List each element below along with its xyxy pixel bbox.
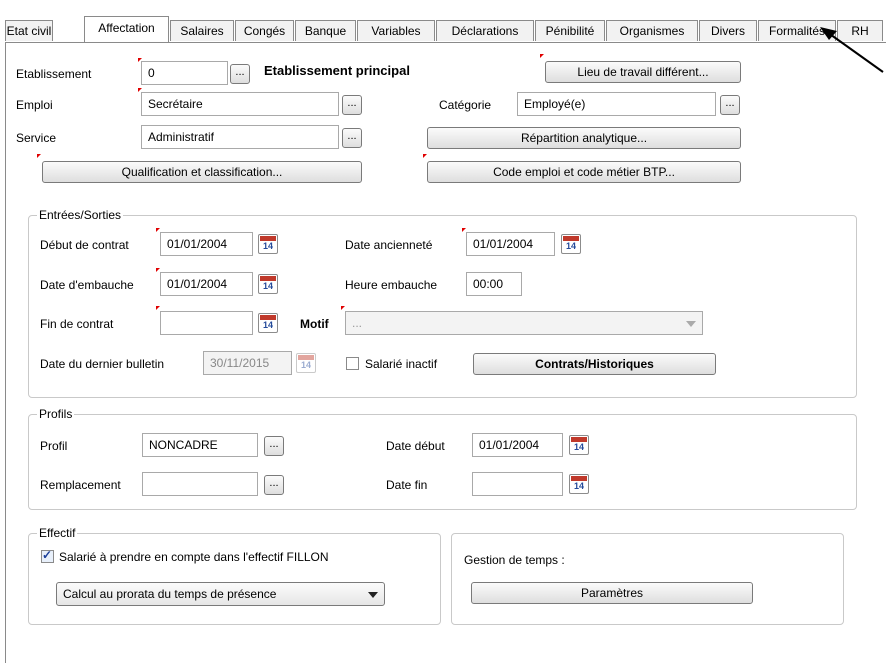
required-marker — [156, 306, 160, 310]
gestion-temps-group — [451, 533, 844, 625]
date-fin-field[interactable] — [472, 472, 563, 496]
tab-affectation[interactable]: Affectation — [84, 16, 169, 42]
tab-divers[interactable]: Divers — [699, 20, 757, 41]
remplacement-label: Remplacement — [40, 478, 121, 492]
date-debut-field[interactable]: 01/01/2004 — [472, 433, 563, 457]
entrees-sorties-title: Entrées/Sorties — [37, 208, 124, 222]
profil-label: Profil — [40, 439, 68, 453]
required-marker — [423, 154, 427, 158]
profils-title: Profils — [37, 407, 75, 421]
salarie-inactif-checkbox[interactable] — [346, 357, 359, 370]
dernier-bulletin-label: Date du dernier bulletin — [40, 357, 165, 371]
calcul-value: Calcul au prorata du temps de présence — [63, 587, 277, 601]
annotation-arrow-icon — [820, 27, 884, 73]
chevron-down-icon — [686, 321, 696, 327]
calcul-dropdown[interactable]: Calcul au prorata du temps de présence — [56, 582, 385, 606]
tab-organismes[interactable]: Organismes — [606, 20, 698, 41]
categorie-picker-button[interactable]: ... — [720, 95, 740, 115]
parametres-button[interactable]: Paramètres — [471, 582, 753, 604]
debut-contrat-field[interactable]: 01/01/2004 — [160, 232, 253, 256]
required-marker — [341, 306, 345, 310]
salarie-inactif-label: Salarié inactif — [365, 357, 438, 371]
categorie-label: Catégorie — [439, 98, 492, 112]
categorie-field[interactable]: Employé(e) — [517, 92, 716, 116]
effectif-group — [28, 533, 441, 625]
tab-penibilite[interactable]: Pénibilité — [535, 20, 605, 41]
etablissement-picker-button[interactable]: ... — [230, 64, 250, 84]
emploi-label: Emploi — [16, 98, 53, 112]
tab-conges[interactable]: Congés — [235, 20, 294, 41]
tab-etat-civil[interactable]: Etat civil — [5, 20, 53, 41]
tab-strip: Etat civil Affectation Salaires Congés B… — [0, 16, 886, 42]
heure-embauche-label: Heure embauche — [345, 278, 438, 292]
etablissement-field[interactable]: 0 — [141, 61, 228, 85]
required-marker — [540, 54, 544, 58]
calendar-icon[interactable]: 14 — [258, 313, 278, 333]
profil-field[interactable]: NONCADRE — [142, 433, 258, 457]
motif-dropdown[interactable]: ... — [345, 311, 703, 335]
date-fin-label: Date fin — [386, 478, 428, 492]
motif-label: Motif — [300, 317, 329, 331]
date-embauche-field[interactable]: 01/01/2004 — [160, 272, 253, 296]
date-embauche-label: Date d'embauche — [40, 278, 134, 292]
debut-contrat-label: Début de contrat — [40, 238, 129, 252]
fin-contrat-field[interactable] — [160, 311, 253, 335]
tab-salaires[interactable]: Salaires — [170, 20, 234, 41]
contrats-historiques-button[interactable]: Contrats/Historiques — [473, 353, 716, 375]
gestion-temps-label: Gestion de temps : — [464, 553, 565, 567]
profil-picker-button[interactable]: ... — [264, 436, 284, 456]
fillon-checkbox[interactable] — [41, 548, 54, 563]
code-emploi-button[interactable]: Code emploi et code métier BTP... — [427, 161, 741, 183]
date-debut-label: Date début — [386, 439, 445, 453]
heure-embauche-field[interactable]: 00:00 — [466, 272, 522, 296]
calendar-icon[interactable]: 14 — [561, 234, 581, 254]
date-anciennete-field[interactable]: 01/01/2004 — [466, 232, 555, 256]
effectif-title: Effectif — [37, 526, 78, 540]
etablissement-label: Etablissement — [16, 67, 92, 81]
remplacement-field[interactable] — [142, 472, 258, 496]
fin-contrat-label: Fin de contrat — [40, 317, 114, 331]
fillon-label: Salarié à prendre en compte dans l'effec… — [59, 550, 329, 564]
required-marker — [37, 154, 41, 158]
service-picker-button[interactable]: ... — [342, 128, 362, 148]
tab-declarations[interactable]: Déclarations — [436, 20, 534, 41]
date-anciennete-label: Date ancienneté — [345, 238, 433, 252]
calendar-icon: 14 — [296, 353, 316, 373]
qualification-classification-button[interactable]: Qualification et classification... — [42, 161, 362, 183]
calendar-icon[interactable]: 14 — [569, 474, 589, 494]
tab-banque[interactable]: Banque — [295, 20, 356, 41]
repartition-analytique-button[interactable]: Répartition analytique... — [427, 127, 741, 149]
calendar-icon[interactable]: 14 — [258, 274, 278, 294]
emploi-picker-button[interactable]: ... — [342, 95, 362, 115]
lieu-travail-button[interactable]: Lieu de travail différent... — [545, 61, 741, 83]
remplacement-picker-button[interactable]: ... — [264, 475, 284, 495]
tab-variables[interactable]: Variables — [357, 20, 435, 41]
etablissement-name: Etablissement principal — [264, 63, 410, 78]
calendar-icon[interactable]: 14 — [569, 435, 589, 455]
emploi-field[interactable]: Secrétaire — [141, 92, 339, 116]
dernier-bulletin-field: 30/11/2015 — [203, 351, 292, 375]
chevron-down-icon — [368, 592, 378, 598]
calendar-icon[interactable]: 14 — [258, 234, 278, 254]
service-label: Service — [16, 131, 57, 145]
motif-value: ... — [352, 316, 363, 330]
service-field[interactable]: Administratif — [141, 125, 339, 149]
